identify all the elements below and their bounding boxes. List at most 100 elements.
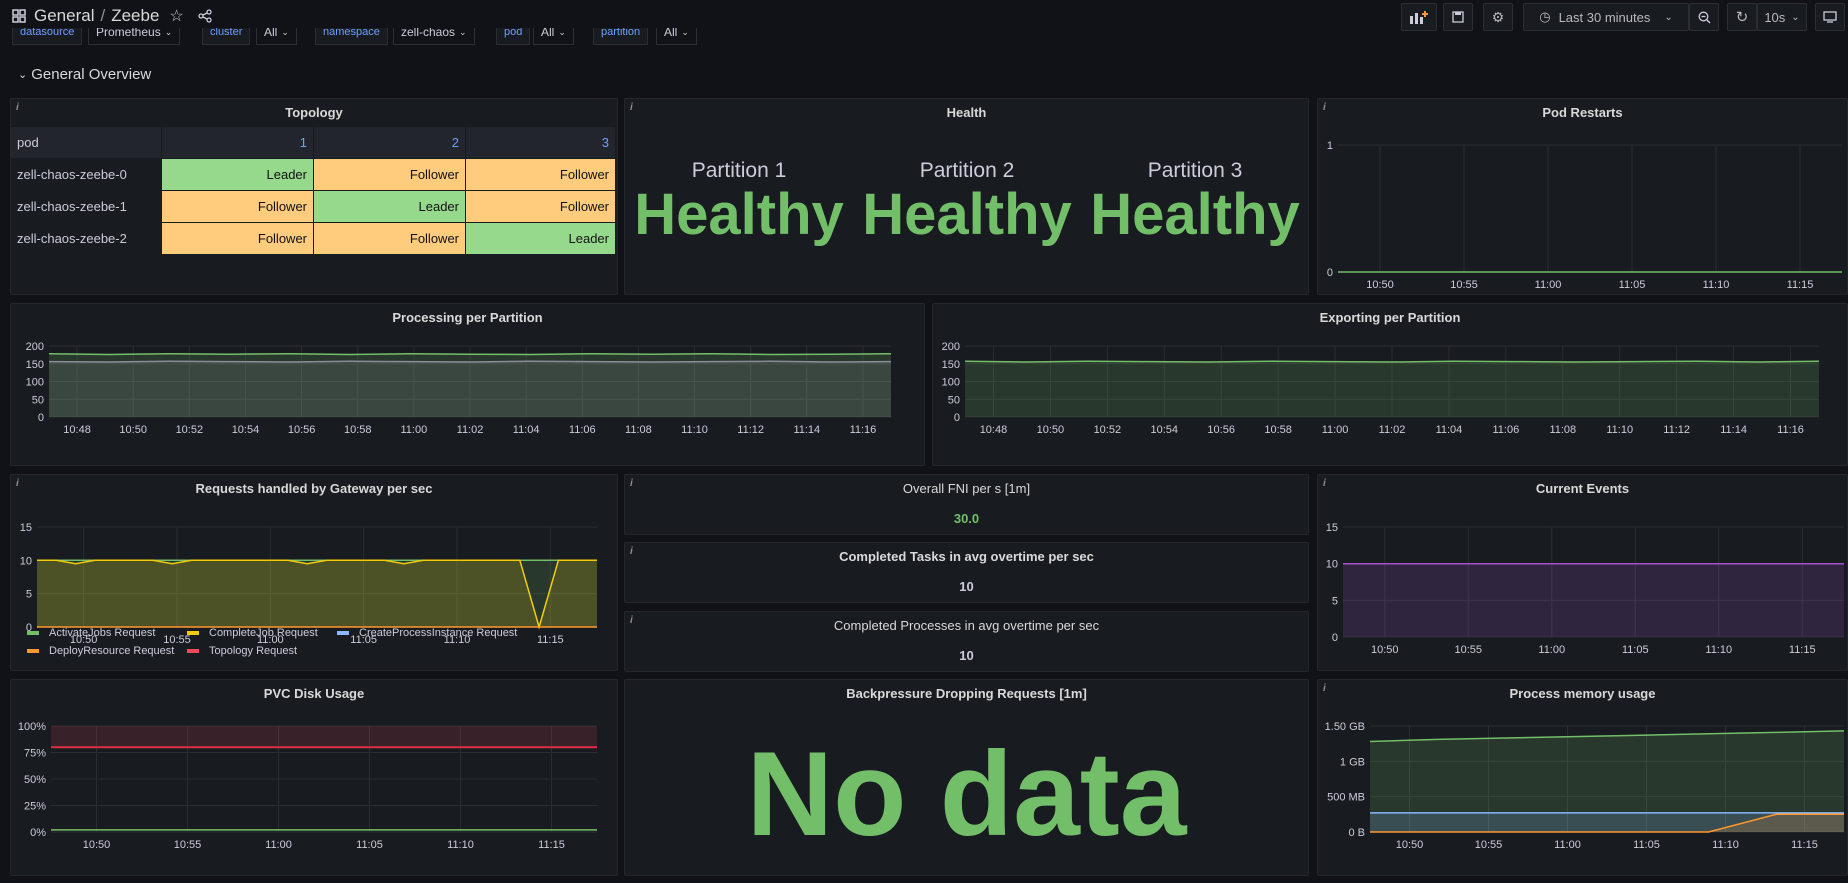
role-cell: Leader <box>466 223 616 255</box>
threshold-region <box>51 726 597 748</box>
y-tick-label: 200 <box>942 341 960 353</box>
y-tick-label: 0 B <box>1348 827 1365 839</box>
series-area <box>965 361 1819 417</box>
x-tick-label: 11:00 <box>1322 424 1349 436</box>
dashboard: General / Zeebe ☆ ⚙ ◷ Last 30 minutes ⌄ … <box>0 0 1848 883</box>
y-tick-label: 100 <box>26 377 44 389</box>
role-cell: Follower <box>466 159 616 191</box>
y-tick-label: 0 <box>38 412 44 424</box>
legend-label: CreateProcessInstance Request <box>359 627 518 639</box>
y-tick-label: 150 <box>26 359 44 371</box>
x-tick-label: 10:58 <box>1264 424 1292 436</box>
role-cell: Follower <box>466 191 616 223</box>
y-tick-label: 100 <box>942 377 960 389</box>
column-header[interactable]: 2 <box>314 127 466 159</box>
x-tick-label: 11:14 <box>1720 424 1747 436</box>
partition-status: Healthy <box>1090 182 1300 247</box>
role-cell: Follower <box>314 159 466 191</box>
column-header[interactable]: 3 <box>466 127 616 159</box>
legend-swatch <box>187 649 199 653</box>
x-tick-label: 11:00 <box>1535 279 1562 291</box>
panel-title: Health <box>946 105 987 120</box>
panel-pvc-disk-usage: PVC Disk Usage 0% 25% 50% 75% 100% 10:50 10:55… <box>10 679 618 876</box>
x-tick-label: 11:12 <box>1663 424 1690 436</box>
panel-fni: i Overall FNI per s [1m] 30.0 <box>624 474 1309 535</box>
legend-swatch <box>337 631 349 635</box>
topbar-overlay <box>0 0 1848 34</box>
series-area <box>49 361 891 417</box>
stat-value: 30.0 <box>953 511 980 526</box>
x-tick-label: 11:10 <box>1712 839 1739 851</box>
y-tick-label: 0 <box>954 412 960 424</box>
legend-label: CompleteJob Request <box>209 627 318 639</box>
memory-chart[interactable]: 0 B 500 MB 1 GB 1.50 GB 10:50 10:55 11:00 11:05… <box>1318 680 1848 877</box>
y-tick-label: 150 <box>942 359 960 371</box>
y-tick-label: 15 <box>20 522 32 534</box>
exporting-chart[interactable]: 0 50 100 150 200 10:48 10:50 10:52 10:54 10:56 10:… <box>933 304 1848 467</box>
x-tick-label: 11:00 <box>265 839 292 851</box>
panel-backpressure: Backpressure Dropping Requests [1m] No d… <box>624 679 1309 876</box>
y-tick-label: 1.50 GB <box>1325 721 1365 733</box>
x-tick-label: 11:06 <box>569 424 596 436</box>
role-cell: Follower <box>162 191 314 223</box>
gateway-chart[interactable]: 05101510:50 10:55 11:00 11:05 11:10 11:15 <box>11 475 619 672</box>
y-tick-label: 75% <box>24 748 46 760</box>
pod-restarts-chart[interactable]: 0 1 10:50 10:55 11:00 11:05 11:10 11:15 <box>1318 99 1848 296</box>
x-tick-label: 10:50 <box>1371 644 1399 656</box>
y-tick-label: 0 <box>1327 267 1333 279</box>
panel-current-events: i Current Events 0 5 10 15 10:50 10:55 11:00 11… <box>1317 474 1848 671</box>
x-tick-label: 10:55 <box>174 839 202 851</box>
series-line <box>48 360 892 363</box>
pvc-chart[interactable]: 0% 25% 50% 75% 100% 10:50 10:55 11:00 11:05 11:10… <box>11 680 619 877</box>
x-tick-label: 11:10 <box>1705 644 1732 656</box>
x-tick-label: 11:00 <box>1554 839 1581 851</box>
legend-swatch <box>27 631 39 635</box>
row-title: General Overview <box>31 66 152 83</box>
x-tick-label: 10:50 <box>1037 424 1065 436</box>
x-tick-label: 11:14 <box>793 424 820 436</box>
current-events-chart[interactable]: 0 5 10 15 10:50 10:55 11:00 11:05 11:10 11:15 <box>1318 475 1848 672</box>
legend-item[interactable]: ActivateJobs Request <box>27 627 155 639</box>
legend-item[interactable]: CompleteJob Request <box>187 627 318 639</box>
x-tick-label: 11:10 <box>681 424 708 436</box>
x-tick-label: 11:16 <box>1777 424 1804 436</box>
x-tick-label: 11:02 <box>1379 424 1406 436</box>
x-tick-label: 11:08 <box>625 424 652 436</box>
y-tick-label: 50 <box>32 394 44 406</box>
legend-label: Topology Request <box>209 645 298 657</box>
x-tick-label: 10:55 <box>1454 644 1482 656</box>
table-row: zell-chaos-zeebe-1 Follower Leader Follo… <box>11 191 627 223</box>
x-tick-label: 11:10 <box>447 839 474 851</box>
x-tick-label: 11:15 <box>1791 839 1818 851</box>
y-tick-label: 1 <box>1327 140 1333 152</box>
column-header[interactable]: 1 <box>162 127 314 159</box>
x-tick-label: 11:02 <box>457 424 484 436</box>
x-tick-label: 10:52 <box>176 424 204 436</box>
series-area <box>1343 563 1844 637</box>
legend-label: ActivateJobs Request <box>49 627 156 639</box>
legend-item[interactable]: Topology Request <box>187 645 297 657</box>
role-cell: Follower <box>314 223 466 255</box>
column-header[interactable]: pod <box>11 127 162 159</box>
panel-title: Completed Tasks in avg overtime per sec <box>839 549 1094 564</box>
panel-exporting: Exporting per Partition 0 50 100 150 200 10:4… <box>932 303 1848 466</box>
processing-chart[interactable]: 0 50 100 150 200 10:48 10:50 10:52 10:54 10:56 10:… <box>11 304 926 467</box>
panel-title: Completed Processes in avg overtime per … <box>833 618 1100 633</box>
partition-name: Partition 1 <box>691 159 787 182</box>
row-header[interactable]: ⌄ General Overview <box>18 66 151 83</box>
pod-name-cell: zell-chaos-zeebe-0 <box>11 159 162 191</box>
legend-item[interactable]: CreateProcessInstance Request <box>337 627 517 639</box>
panel-gateway-requests: i Requests handled by Gateway per sec 05… <box>10 474 618 671</box>
partition-name: Partition 2 <box>919 159 1015 182</box>
legend-item[interactable]: DeployResource Request <box>27 645 174 657</box>
stat-value: 10 <box>959 648 974 663</box>
panel-health: i Health Partition 1 Healthy Partition 2… <box>624 98 1309 295</box>
partition-health: Partition 2 Healthy <box>853 159 1081 248</box>
panel-completed-processes: i Completed Processes in avg overtime pe… <box>624 611 1309 672</box>
x-tick-label: 10:55 <box>1475 839 1503 851</box>
partition-name: Partition 3 <box>1147 159 1243 182</box>
x-tick-label: 10:54 <box>1151 424 1179 436</box>
x-tick-label: 10:56 <box>288 424 316 436</box>
x-tick-label: 11:12 <box>737 424 764 436</box>
y-tick-label: 0 <box>1332 632 1338 644</box>
